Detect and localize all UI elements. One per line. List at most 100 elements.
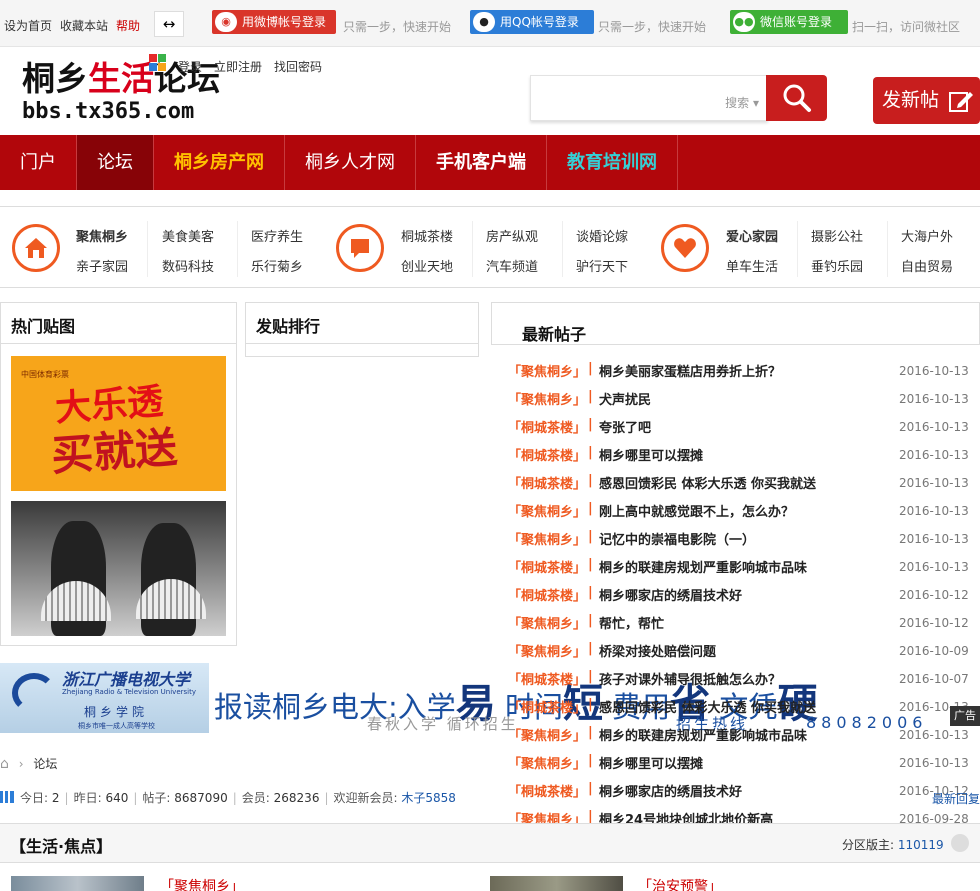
search-button[interactable] bbox=[766, 75, 827, 121]
category-link[interactable]: 摄影公社 bbox=[811, 226, 863, 245]
post-row[interactable]: 「聚焦桐乡」 | 刚上高中就感觉跟不上，怎么办？ 2016-10-13 bbox=[508, 501, 978, 529]
category-link[interactable]: 创业天地 bbox=[401, 256, 453, 275]
lottery-promo-image[interactable]: 中国体育彩票 大乐透 买就送 bbox=[11, 356, 226, 491]
category-link[interactable]: 谈婚论嫁 bbox=[576, 226, 628, 245]
post-title[interactable]: 帮忙，帮忙 bbox=[599, 613, 664, 632]
post-title[interactable]: 感恩回馈彩民 体彩大乐透 你买我就送 bbox=[599, 473, 816, 492]
category-link[interactable]: 亲子家园 bbox=[76, 256, 128, 275]
forum-category-title[interactable]: 「治安预警」 bbox=[638, 876, 722, 891]
post-title[interactable]: 桐乡美丽家蛋糕店用券折上折？ bbox=[599, 361, 781, 380]
post-title[interactable]: 桐乡哪家店的绣眉技术好 bbox=[599, 781, 742, 800]
category-link[interactable]: 大海户外 bbox=[901, 226, 953, 245]
post-title[interactable]: 记忆中的崇福电影院（一） bbox=[599, 529, 755, 548]
category-link[interactable]: 美食美客 bbox=[162, 226, 214, 245]
forum-category-title[interactable]: 「聚焦桐乡」 bbox=[160, 876, 244, 891]
post-row[interactable]: 「聚焦桐乡」 | 桐乡的联建房规划严重影响城市品味 2016-10-13 bbox=[508, 725, 978, 753]
post-row[interactable]: 「聚焦桐乡」 | 犬声扰民 2016-10-13 bbox=[508, 389, 978, 417]
nav-item-portal[interactable]: 门户 bbox=[0, 135, 77, 190]
post-title[interactable]: 夸张了吧 bbox=[599, 417, 651, 436]
category-link[interactable]: 聚焦桐乡 bbox=[76, 226, 128, 245]
help-link[interactable]: 帮助 bbox=[116, 17, 140, 34]
post-row[interactable]: 「聚焦桐乡」 | 记忆中的崇福电影院（一） 2016-10-13 bbox=[508, 529, 978, 557]
post-row[interactable]: 「桐城茶楼」 | 桐乡哪家店的绣眉技术好 2016-10-12 bbox=[508, 585, 978, 613]
post-category[interactable]: 「桐城茶楼」 bbox=[508, 697, 586, 716]
nav-item-education[interactable]: 教育培训网 bbox=[547, 135, 678, 190]
category-link[interactable]: 驴行天下 bbox=[576, 256, 628, 275]
post-category[interactable]: 「聚焦桐乡」 bbox=[508, 753, 586, 772]
post-category[interactable]: 「聚焦桐乡」 bbox=[508, 389, 586, 408]
post-row[interactable]: 「桐城茶楼」 | 桐乡哪里可以摆摊 2016-10-13 bbox=[508, 445, 978, 473]
post-category[interactable]: 「聚焦桐乡」 bbox=[508, 641, 586, 660]
thumbnail-image[interactable] bbox=[490, 876, 623, 891]
nav-item-mobile[interactable]: 手机客户端 bbox=[416, 135, 547, 190]
category-link[interactable]: 桐城茶楼 bbox=[401, 226, 453, 245]
post-row[interactable]: 「聚焦桐乡」 | 桥梁对接处赔偿问题 2016-10-09 bbox=[508, 641, 978, 669]
wechat-login-button[interactable]: ●● 微信账号登录 bbox=[730, 10, 848, 34]
vintage-photo-image[interactable] bbox=[11, 501, 226, 636]
toggle-width-icon[interactable]: ↔ bbox=[154, 11, 184, 37]
post-row[interactable]: 「桐城茶楼」 | 夸张了吧 2016-10-13 bbox=[508, 417, 978, 445]
register-link[interactable]: 立即注册 bbox=[214, 58, 262, 75]
post-title[interactable]: 桐乡哪家店的绣眉技术好 bbox=[599, 585, 742, 604]
post-category[interactable]: 「桐城茶楼」 bbox=[508, 417, 586, 436]
category-link[interactable]: 爱心家园 bbox=[726, 226, 778, 245]
post-title[interactable]: 桐乡哪里可以摆摊 bbox=[599, 445, 703, 464]
post-category[interactable]: 「桐城茶楼」 bbox=[508, 669, 586, 688]
weibo-login-button[interactable]: ◉ 用微博帐号登录 bbox=[212, 10, 336, 34]
section-moderator: 分区版主: 110119 bbox=[842, 838, 944, 852]
collapse-icon[interactable] bbox=[951, 834, 969, 852]
post-category[interactable]: 「聚焦桐乡」 bbox=[508, 725, 586, 744]
post-row[interactable]: 「桐城茶楼」 | 孩子对课外辅导很抵触怎么办？ 2016-10-07 bbox=[508, 669, 978, 697]
search-type-selector[interactable]: 搜索 ▾ bbox=[725, 94, 759, 111]
post-title[interactable]: 桐乡哪里可以摆摊 bbox=[599, 753, 703, 772]
post-category[interactable]: 「桐城茶楼」 bbox=[508, 781, 586, 800]
post-row[interactable]: 「聚焦桐乡」 | 桐乡哪里可以摆摊 2016-10-13 bbox=[508, 753, 978, 781]
login-link[interactable]: 登录 bbox=[178, 58, 202, 75]
post-title[interactable]: 桐乡的联建房规划严重影响城市品味 bbox=[599, 557, 807, 576]
thumbnail-image[interactable] bbox=[11, 876, 144, 891]
moderator-link[interactable]: 110119 bbox=[898, 838, 944, 852]
category-link[interactable]: 单车生活 bbox=[726, 256, 778, 275]
new-member-link[interactable]: 木子5858 bbox=[401, 791, 456, 805]
home-icon[interactable]: ⌂ bbox=[0, 756, 9, 772]
post-title[interactable]: 感恩回馈彩民 体彩大乐透 你买我就送 bbox=[599, 697, 816, 716]
post-category[interactable]: 「桐城茶楼」 bbox=[508, 557, 586, 576]
new-post-button[interactable]: 发新帖 bbox=[873, 77, 980, 124]
breadcrumb-forum[interactable]: 论坛 bbox=[33, 757, 57, 771]
post-category[interactable]: 「桐城茶楼」 bbox=[508, 585, 586, 604]
post-row[interactable]: 「桐城茶楼」 | 感恩回馈彩民 体彩大乐透 你买我就送 2016-10-13 bbox=[508, 473, 978, 501]
category-link[interactable]: 数码科技 bbox=[162, 256, 214, 275]
category-link[interactable]: 汽车频道 bbox=[486, 256, 538, 275]
post-row[interactable]: 「桐城茶楼」 | 感恩回馈彩民 体彩大乐透 你买我就送 2016-10-13 bbox=[508, 697, 978, 725]
post-category[interactable]: 「桐城茶楼」 bbox=[508, 445, 586, 464]
post-category[interactable]: 「聚焦桐乡」 bbox=[508, 529, 586, 548]
nav-item-forum[interactable]: 论坛 bbox=[77, 135, 154, 190]
post-title[interactable]: 刚上高中就感觉跟不上，怎么办？ bbox=[599, 501, 794, 520]
category-link[interactable]: 垂钓乐园 bbox=[811, 256, 863, 275]
latest-reply-link[interactable]: 最新回复 bbox=[932, 790, 980, 807]
post-row[interactable]: 「桐城茶楼」 | 桐乡的联建房规划严重影响城市品味 2016-10-13 bbox=[508, 557, 978, 585]
post-category[interactable]: 「聚焦桐乡」 bbox=[508, 361, 586, 380]
post-title[interactable]: 孩子对课外辅导很抵触怎么办？ bbox=[599, 669, 781, 688]
post-row[interactable]: 「聚焦桐乡」 | 桐乡美丽家蛋糕店用券折上折？ 2016-10-13 bbox=[508, 361, 978, 389]
post-title[interactable]: 桥梁对接处赔偿问题 bbox=[599, 641, 716, 660]
post-title[interactable]: 桐乡的联建房规划严重影响城市品味 bbox=[599, 725, 807, 744]
category-link[interactable]: 乐行菊乡 bbox=[251, 256, 303, 275]
category-link[interactable]: 房产纵观 bbox=[486, 226, 538, 245]
post-row[interactable]: 「桐城茶楼」 | 桐乡哪家店的绣眉技术好 2016-10-12 bbox=[508, 781, 978, 809]
nav-item-jobs[interactable]: 桐乡人才网 bbox=[285, 135, 416, 190]
post-category[interactable]: 「聚焦桐乡」 bbox=[508, 501, 586, 520]
post-separator: | bbox=[588, 753, 593, 768]
category-link[interactable]: 自由贸易 bbox=[901, 256, 953, 275]
post-row[interactable]: 「聚焦桐乡」 | 帮忙，帮忙 2016-10-12 bbox=[508, 613, 978, 641]
post-title[interactable]: 犬声扰民 bbox=[599, 389, 651, 408]
category-link[interactable]: 医疗养生 bbox=[251, 226, 303, 245]
qq-login-button[interactable]: ● 用QQ帐号登录 bbox=[470, 10, 594, 34]
set-homepage-link[interactable]: 设为首页 bbox=[4, 17, 52, 34]
nav-item-realestate[interactable]: 桐乡房产网 bbox=[154, 135, 285, 190]
post-category[interactable]: 「桐城茶楼」 bbox=[508, 473, 586, 492]
recover-password-link[interactable]: 找回密码 bbox=[274, 58, 322, 75]
bookmark-link[interactable]: 收藏本站 bbox=[60, 17, 108, 34]
post-category[interactable]: 「聚焦桐乡」 bbox=[508, 613, 586, 632]
search-input[interactable]: 搜索 ▾ bbox=[530, 75, 768, 121]
